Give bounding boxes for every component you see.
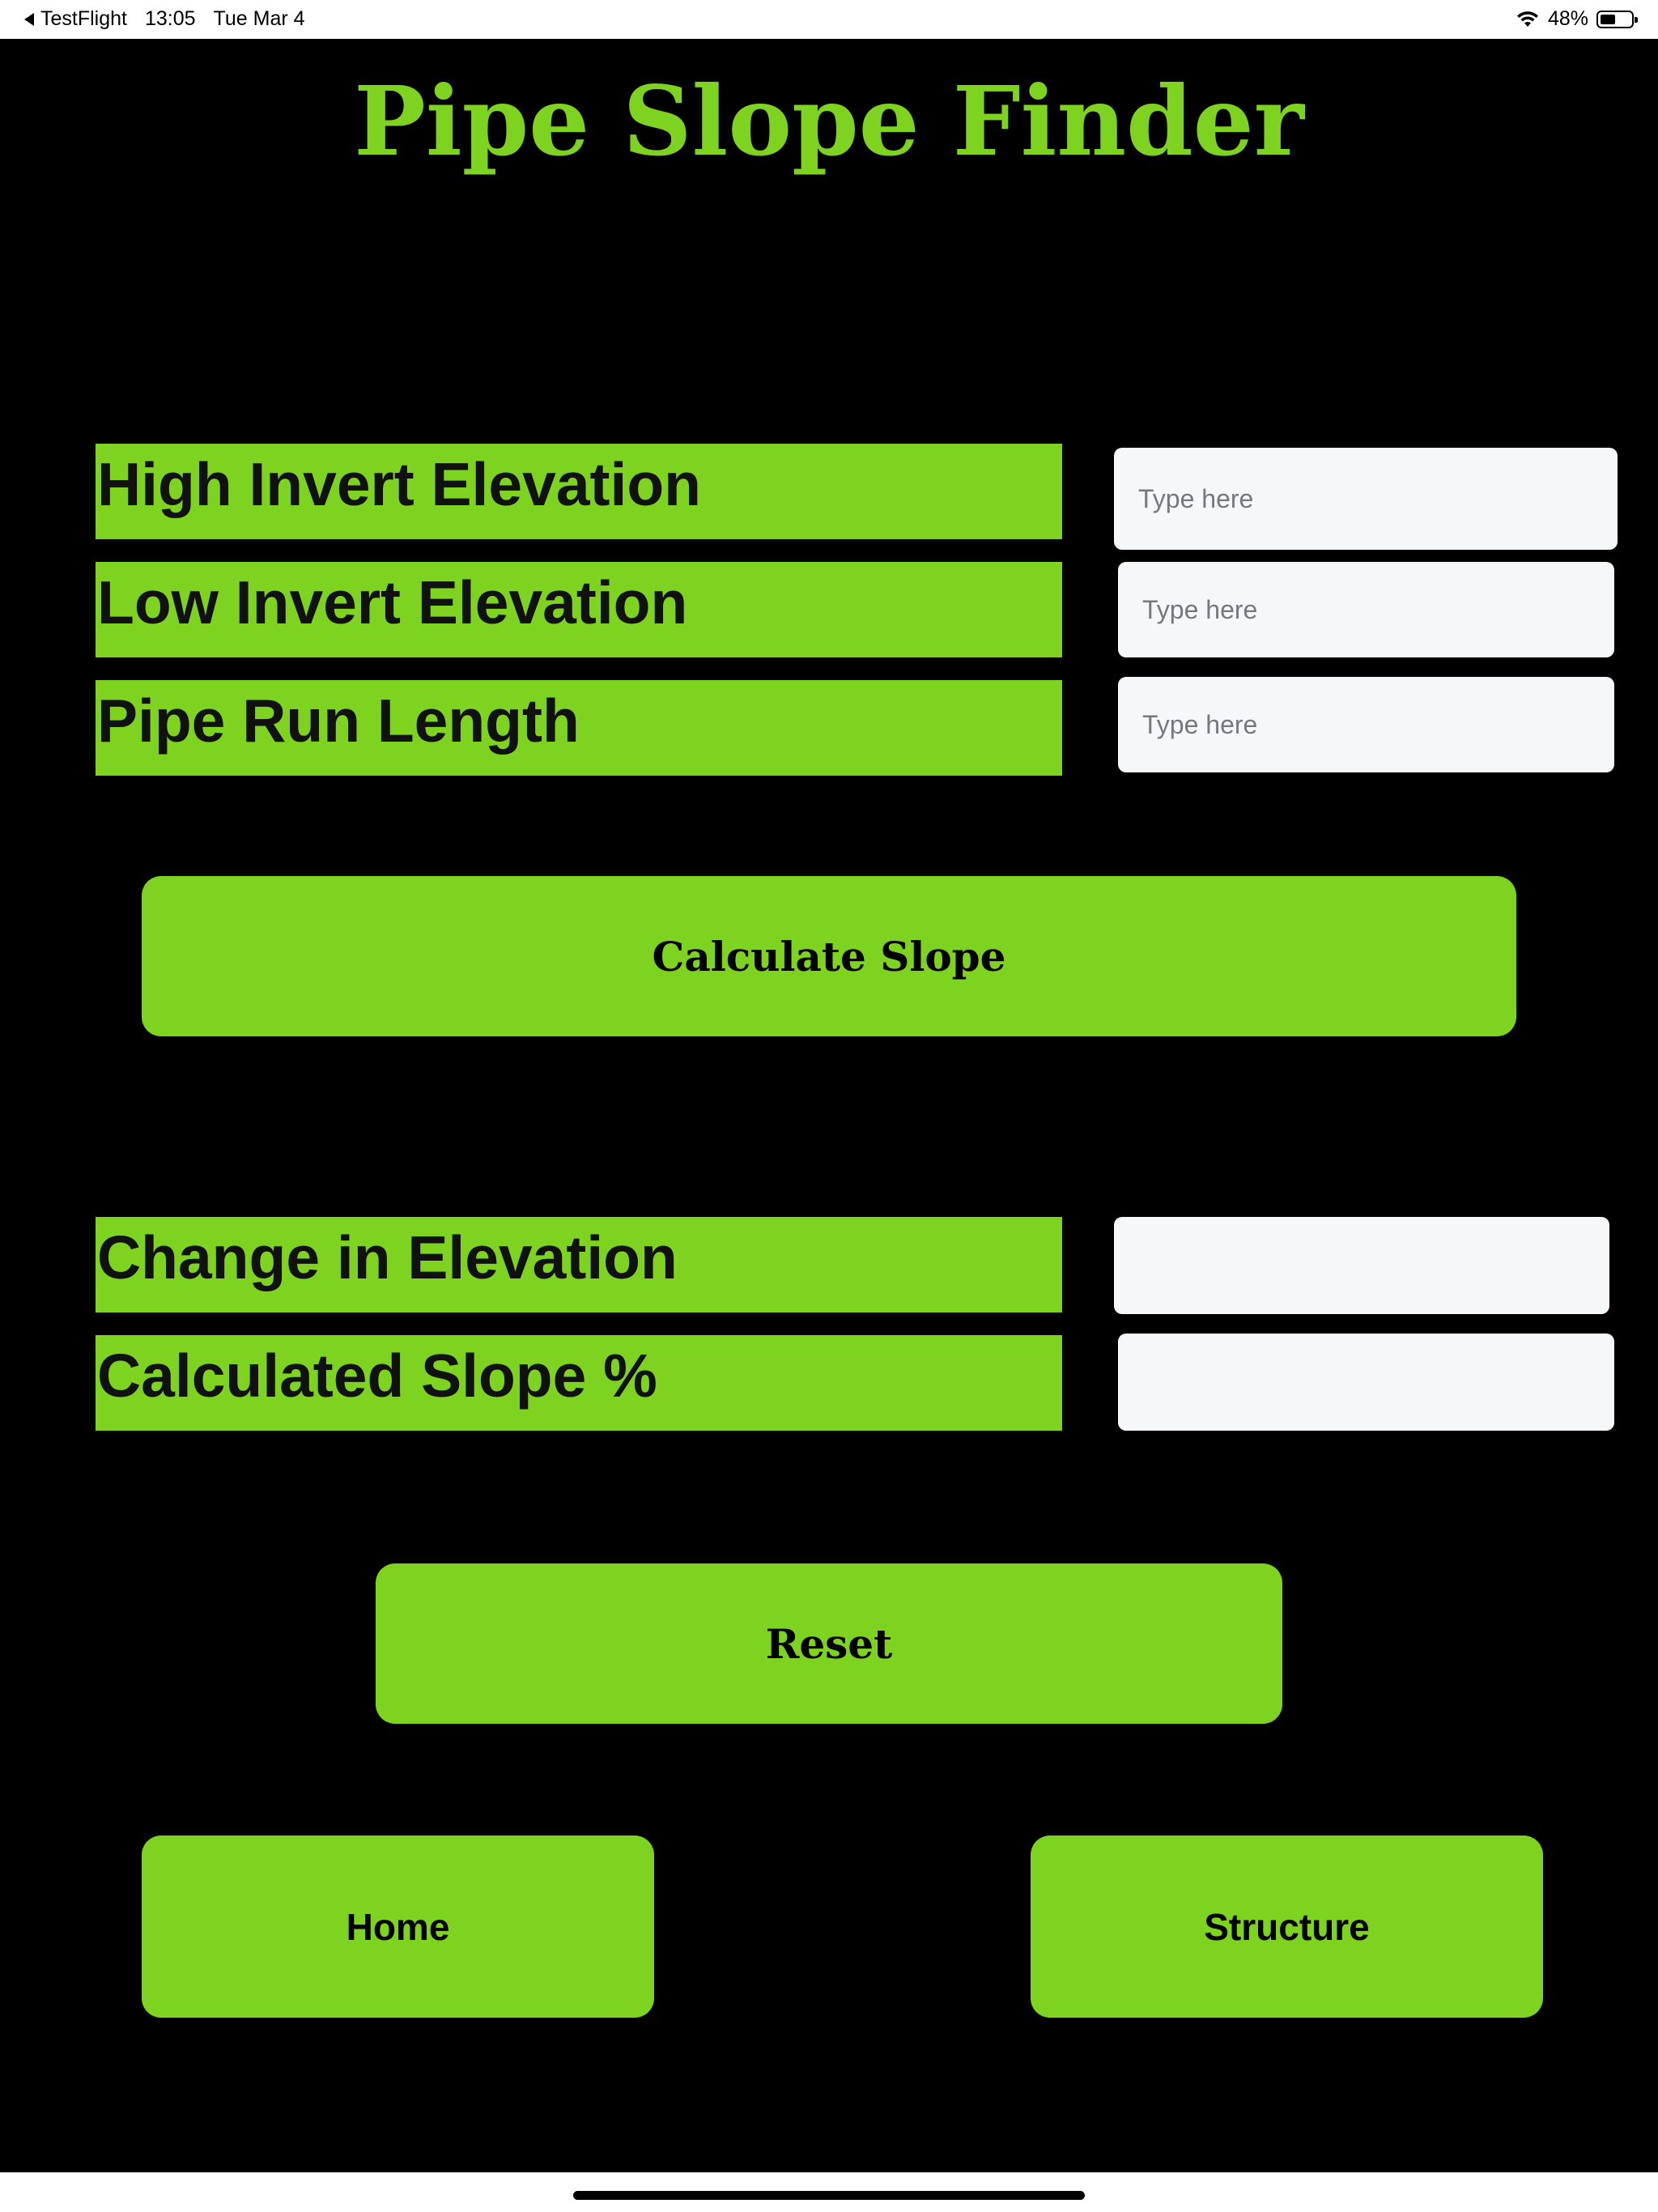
run-length-input[interactable] [1118, 677, 1614, 772]
back-app-label[interactable]: TestFlight [40, 7, 127, 31]
home-button[interactable]: Home [142, 1836, 654, 2018]
bottom-bar [0, 2172, 1658, 2212]
calculated-slope-output[interactable] [1118, 1334, 1614, 1431]
status-right: 48% [1516, 7, 1638, 31]
structure-button[interactable]: Structure [1031, 1836, 1543, 2018]
low-invert-input[interactable] [1118, 562, 1614, 657]
battery-icon [1596, 10, 1638, 28]
home-indicator[interactable] [573, 2191, 1085, 2200]
change-elevation-label: Change in Elevation [96, 1217, 1062, 1312]
status-bar: TestFlight 13:05 Tue Mar 4 48% [0, 0, 1658, 39]
wifi-icon [1516, 11, 1538, 27]
status-time: 13:05 [144, 7, 196, 30]
battery-percent: 48% [1547, 7, 1588, 30]
high-invert-label: High Invert Elevation [96, 444, 1062, 539]
run-length-label: Pipe Run Length [96, 680, 1062, 776]
calculated-slope-label: Calculated Slope % [96, 1335, 1062, 1431]
status-date: Tue Mar 4 [213, 7, 305, 30]
status-left: TestFlight 13:05 Tue Mar 4 [24, 7, 305, 31]
high-invert-input[interactable] [1114, 448, 1618, 550]
calculate-slope-button[interactable]: Calculate Slope [142, 876, 1516, 1036]
back-arrow-icon[interactable] [24, 12, 34, 26]
reset-button[interactable]: Reset [376, 1563, 1282, 1724]
change-elevation-output[interactable] [1114, 1217, 1609, 1314]
low-invert-label: Low Invert Elevation [96, 562, 1062, 657]
page-title: Pipe Slope Finder [354, 65, 1304, 177]
